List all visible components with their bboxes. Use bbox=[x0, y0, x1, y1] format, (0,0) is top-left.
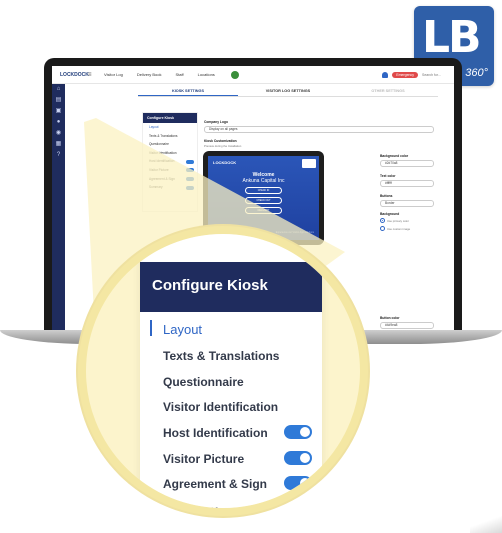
marketing-stage: LB 360° LOCKDOCK ≡ Visitor Log Delivery … bbox=[0, 0, 502, 533]
corner-shadow bbox=[470, 515, 502, 533]
host-identification-toggle[interactable] bbox=[284, 425, 312, 439]
panel-item-texts-translations[interactable]: Texts & Translations bbox=[163, 349, 279, 363]
panel-title: Configure Kiosk bbox=[152, 277, 268, 294]
panel-item-questionnaire[interactable]: Questionnaire bbox=[163, 375, 244, 389]
configure-kiosk-panel: Configure Kiosk Layout Texts & Translati… bbox=[140, 234, 322, 508]
magnifier-lens: Configure Kiosk Layout Texts & Translati… bbox=[78, 226, 368, 516]
visitor-picture-toggle[interactable] bbox=[284, 451, 312, 465]
panel-item-layout[interactable]: Layout bbox=[163, 322, 202, 337]
panel-item-host-identification[interactable]: Host Identification bbox=[163, 426, 268, 440]
panel-item-visitor-identification[interactable]: Visitor Identification bbox=[163, 400, 278, 414]
agreement-sign-toggle[interactable] bbox=[284, 476, 312, 490]
panel-item-agreement-sign[interactable]: Agreement & Sign bbox=[163, 477, 267, 491]
panel-item-visitor-picture[interactable]: Visitor Picture bbox=[163, 452, 244, 466]
active-indicator bbox=[150, 320, 152, 336]
